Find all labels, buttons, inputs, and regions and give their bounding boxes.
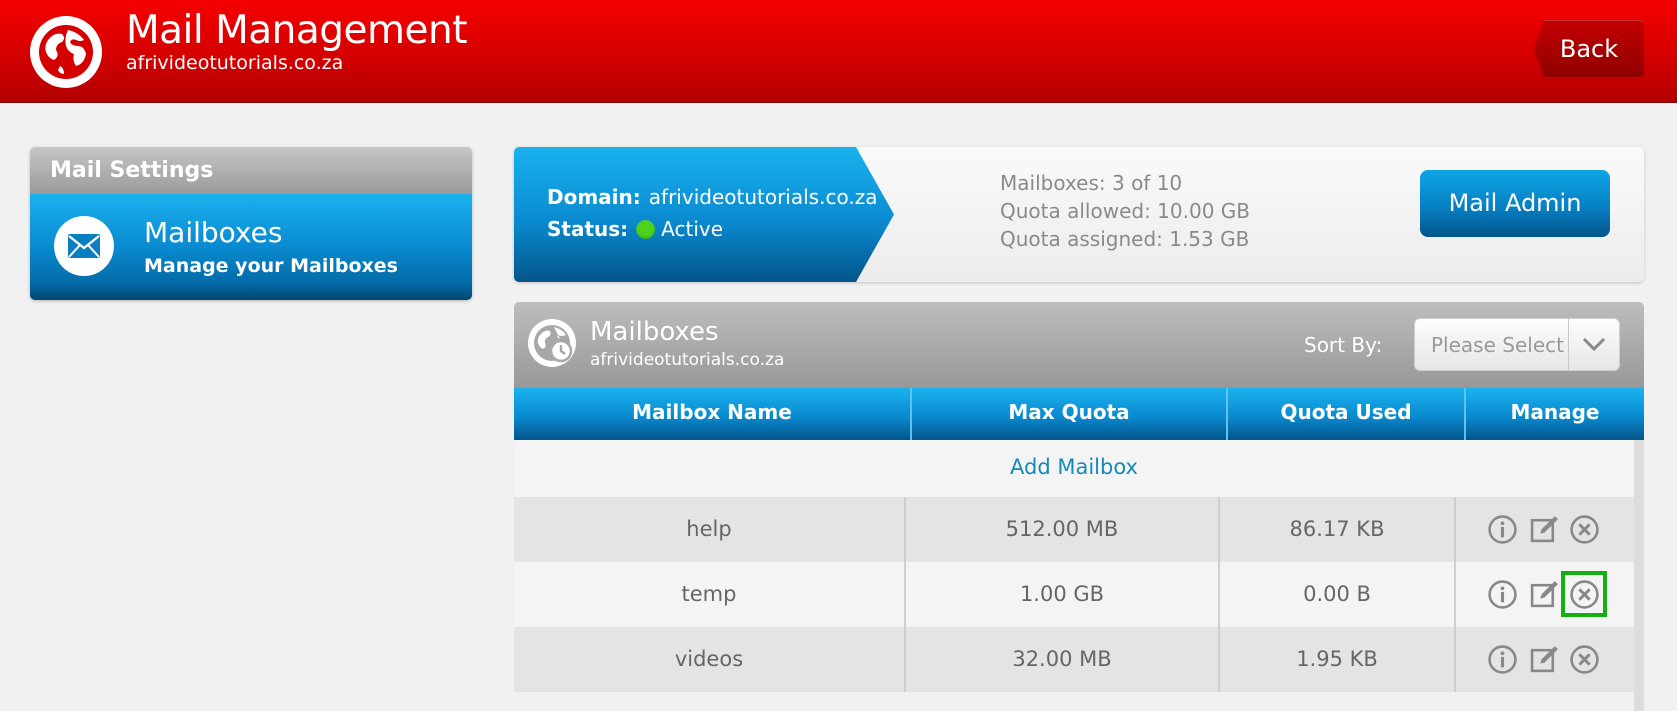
edit-icon[interactable] [1529, 514, 1560, 545]
mailboxes-count: Mailboxes: 3 of 10 [1000, 171, 1183, 195]
back-button-label: Back [1559, 35, 1619, 63]
edit-icon[interactable] [1529, 579, 1560, 610]
mailbox-name-cell: help [686, 517, 732, 541]
quota-allowed: Quota allowed: 10.00 GB [1000, 199, 1250, 223]
column-divider [1454, 562, 1456, 627]
domain-summary: Domain: afrivideotutorials.co.za Status: A… [514, 147, 894, 282]
mailbox-name-cell: videos [674, 647, 744, 671]
sidebar-item-label: Mailboxes [144, 216, 283, 249]
globe-icon [30, 16, 102, 88]
quota-stats: Mailboxes: 3 of 10 Quota allowed: 10.00 … [1000, 169, 1250, 253]
sidebar-item-mailboxes[interactable]: Mailboxes Manage your Mailboxes [30, 194, 472, 300]
quota-assigned: Quota assigned: 1.53 GB [1000, 227, 1250, 251]
max-quota-cell: 1.00 GB [1019, 582, 1105, 606]
info-icon[interactable] [1487, 579, 1518, 610]
table-row: videos 32.00 MB 1.95 KB [514, 627, 1634, 692]
mailbox-name-cell: temp [681, 582, 737, 606]
app-title: Mail Management [126, 8, 468, 53]
mailboxes-panel: Mailboxes afrivideotutorials.co.za Sort … [514, 302, 1644, 711]
info-icon[interactable] [1487, 514, 1518, 545]
sort-by-select[interactable]: Please Select [1414, 318, 1620, 371]
column-header-mailbox-name[interactable]: Mailbox Name [514, 388, 912, 440]
quota-used-cell: 1.95 KB [1296, 647, 1378, 671]
table-header: Mailbox Name Max Quota Quota Used Manage [514, 388, 1644, 440]
mail-admin-button[interactable]: Mail Admin [1420, 170, 1610, 237]
sort-by-label: Sort By: [1304, 333, 1383, 357]
mailboxes-subtitle: afrivideotutorials.co.za [590, 350, 785, 370]
globe-clock-icon [528, 319, 576, 367]
delete-icon[interactable] [1569, 514, 1600, 545]
delete-icon[interactable] [1569, 644, 1600, 675]
sort-select-divider [1568, 319, 1569, 370]
top-header: Mail Management afrivideotutorials.co.za… [0, 0, 1677, 103]
max-quota-cell: 512.00 MB [1005, 517, 1119, 541]
edit-icon[interactable] [1529, 644, 1560, 675]
app-subtitle: afrivideotutorials.co.za [126, 52, 344, 74]
table-scrollbar[interactable] [1634, 440, 1644, 711]
mail-settings-sidebar: Mail Settings Mailboxes Manage your Mail… [30, 147, 472, 300]
mailboxes-panel-header: Mailboxes afrivideotutorials.co.za Sort … [514, 302, 1644, 388]
sidebar-title: Mail Settings [30, 147, 472, 194]
back-button[interactable]: Back [1534, 20, 1644, 77]
status-value: Active [661, 217, 724, 241]
chevron-down-icon [1582, 337, 1606, 352]
table-row: help 512.00 MB 86.17 KB [514, 497, 1634, 562]
domain-info-panel: Domain: afrivideotutorials.co.za Status: A… [514, 147, 1644, 282]
mailboxes-title: Mailboxes [590, 317, 719, 347]
status-indicator-dot [636, 220, 656, 239]
column-header-manage: Manage [1510, 400, 1600, 424]
quota-used-cell: 86.17 KB [1289, 517, 1385, 541]
add-mailbox-link[interactable]: Add Mailbox [1010, 455, 1138, 479]
add-mailbox-row: Add Mailbox [514, 440, 1634, 497]
max-quota-cell: 32.00 MB [1012, 647, 1112, 671]
sidebar-item-description: Manage your Mailboxes [144, 255, 398, 277]
envelope-icon [54, 216, 114, 276]
domain-value: afrivideotutorials.co.za [648, 185, 878, 209]
quota-used-cell: 0.00 B [1303, 582, 1371, 606]
info-icon[interactable] [1487, 644, 1518, 675]
domain-label: Domain: [547, 185, 641, 209]
domain-line: Domain: afrivideotutorials.co.za [547, 185, 877, 209]
table-row: temp 1.00 GB 0.00 B [514, 562, 1634, 627]
sort-select-value: Please Select [1431, 333, 1564, 357]
status-label: Status: [547, 217, 629, 241]
column-header-quota-used[interactable]: Quota Used [1228, 388, 1466, 440]
column-header-max-quota[interactable]: Max Quota [912, 388, 1228, 440]
status-line: Status: Active [547, 217, 723, 241]
column-divider [1454, 497, 1456, 562]
delete-icon[interactable] [1569, 579, 1600, 610]
column-divider [1454, 627, 1456, 692]
